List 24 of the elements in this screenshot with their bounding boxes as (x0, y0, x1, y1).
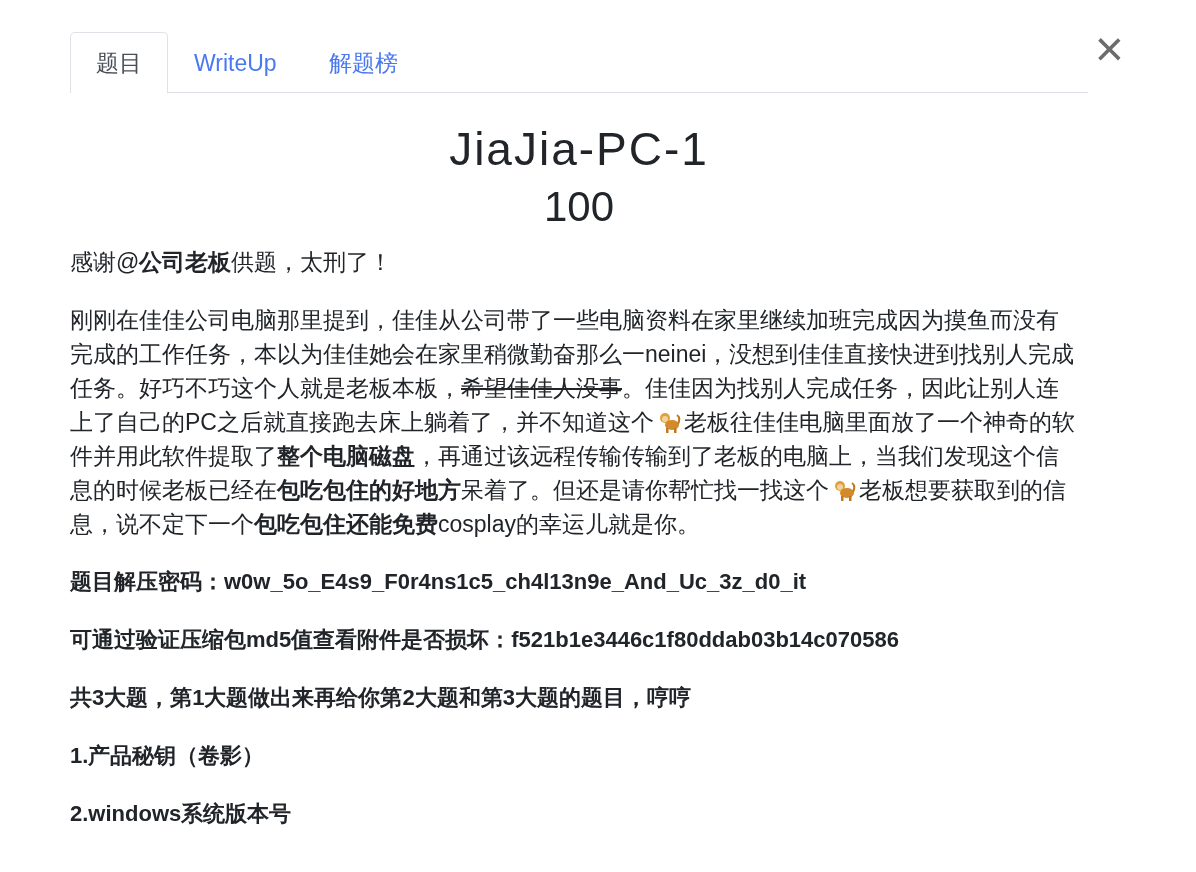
paragraph-text: 可通过验证压缩包md5值查看附件是否损坏：f521b1e3446c1f80ddab03b14c070586 (70, 626, 899, 654)
close-button[interactable]: × (1094, 24, 1124, 74)
paragraph-text: 上了自己的PC之后就直接跑去床上躺着了，并不知道这个 (70, 408, 654, 437)
paragraph-text: 息的时候老板已经在包吃包住的好地方呆着了。但还是请你帮忙找一找这个 (70, 476, 829, 505)
challenge-points: 100 (542, 182, 616, 232)
paragraph-text: 件并用此软件提取了整个电脑磁盘，再通过该远程传输传输到了老板的电脑上，当我们发现这个信 (70, 442, 1059, 471)
challenge-title: JiaJia-PC-1 (448, 122, 710, 177)
tab[interactable]: 解题榜 (302, 32, 424, 93)
paragraph-text: 共3大题，第1大题做出来再给你第2大题和第3大题的题目，哼哼 (70, 684, 691, 712)
paragraph-text: 息，说不定下一个包吃包住还能免费cosplay的幸运儿就是你。 (70, 510, 700, 539)
struck-text: 希望佳佳人没事 (461, 374, 622, 403)
paragraph-text: 刚刚在佳佳公司电脑那里提到，佳佳从公司带了一些电脑资料在家里继续加班完成因为摸鱼而没有 (70, 306, 1059, 335)
paragraph-text: 老板想要获取到的信 (859, 476, 1066, 505)
paragraph-text: 。佳佳因为找别人完成任务，因此让别人连 (622, 374, 1059, 403)
paragraph-text: 2.windows系统版本号 (70, 800, 292, 828)
paragraph-text: 完成的工作任务，本以为佳佳她会在家里稍微勤奋那么一neinei，没想到佳佳直接快进到找别人完成 (70, 340, 1075, 369)
tab[interactable]: WriteUp (168, 32, 303, 93)
monkey-icon (832, 478, 856, 502)
tab[interactable]: 题目 (70, 32, 168, 93)
paragraph-text: 任务。好巧不巧这个人就是老板本板， (70, 374, 461, 403)
paragraph-text: 1.产品秘钥（卷影） (70, 742, 265, 770)
paragraph-text: 题目解压密码：w0w_5o_E4s9_F0r4ns1c5_ch4l13n9e_And_Uc_3z_d0_it (70, 568, 807, 596)
paragraph-text: 老板往佳佳电脑里面放了一个神奇的软 (683, 408, 1075, 437)
paragraph-text: 感谢@公司老板供题，太刑了！ (70, 248, 393, 277)
